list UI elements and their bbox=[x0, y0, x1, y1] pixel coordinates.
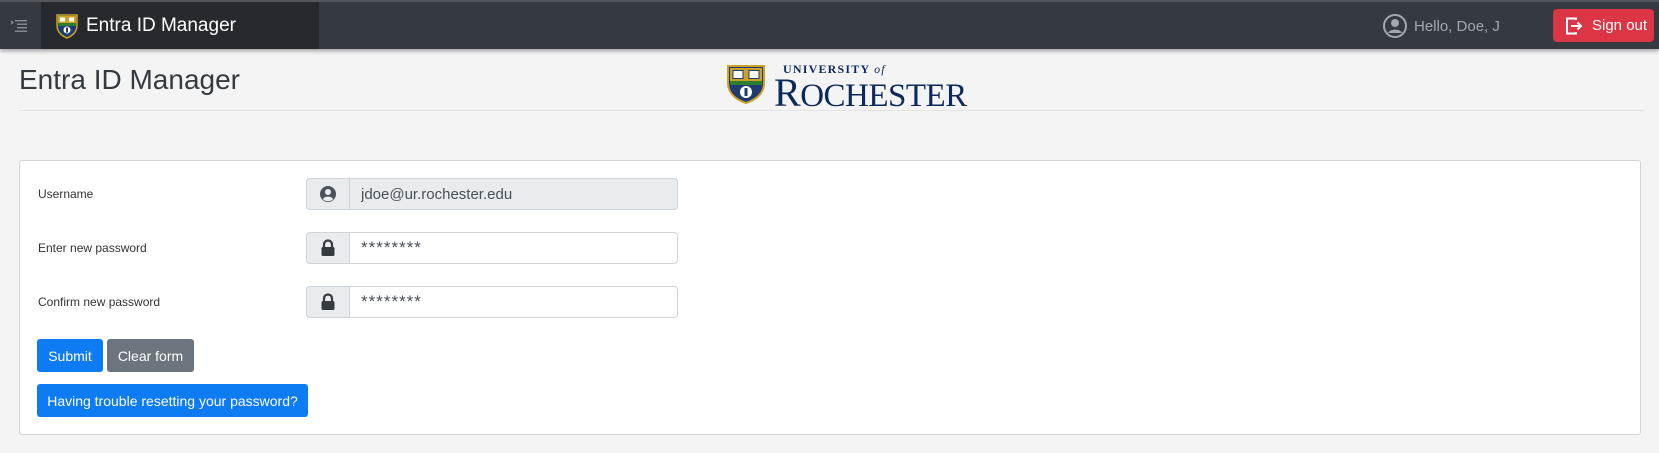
brand-link[interactable]: Entra ID Manager bbox=[41, 2, 319, 49]
user-menu[interactable]: Hello, Doe, J bbox=[1382, 14, 1500, 38]
sign-out-button[interactable]: Sign out bbox=[1553, 9, 1654, 42]
confirm-password-field[interactable] bbox=[349, 286, 678, 318]
new-password-label: Enter new password bbox=[38, 241, 147, 255]
lock-icon bbox=[306, 286, 349, 318]
page-title: Entra ID Manager bbox=[19, 64, 240, 95]
header-divider bbox=[19, 110, 1644, 111]
confirm-password-label: Confirm new password bbox=[38, 295, 161, 309]
lock-icon bbox=[306, 232, 349, 264]
password-reset-form: Username Enter new password Confirm new … bbox=[19, 160, 1641, 435]
password-help-button[interactable]: Having trouble resetting your password? bbox=[37, 384, 308, 417]
university-shield-icon bbox=[55, 13, 79, 44]
menu-collapse-icon[interactable] bbox=[10, 19, 28, 33]
user-circle-icon bbox=[306, 178, 349, 210]
username-label: Username bbox=[38, 187, 94, 201]
sign-out-label: Sign out bbox=[1592, 17, 1648, 34]
confirm-password-input-group bbox=[306, 286, 678, 318]
clear-form-button[interactable]: Clear form bbox=[107, 339, 194, 372]
new-password-field[interactable] bbox=[349, 232, 678, 264]
new-password-input-group bbox=[306, 232, 678, 264]
username-field[interactable] bbox=[349, 178, 678, 210]
user-circle-icon bbox=[1382, 13, 1414, 39]
sign-out-icon bbox=[1565, 17, 1592, 35]
top-navbar: Entra ID Manager Hello, Doe, J Sign out bbox=[0, 0, 1659, 49]
submit-button[interactable]: Submit bbox=[37, 339, 103, 372]
username-input-group bbox=[306, 178, 678, 210]
university-crest-icon bbox=[725, 63, 767, 110]
logo-rochester-text: ROCHESTER bbox=[774, 70, 967, 115]
brand-title[interactable]: Entra ID Manager bbox=[86, 15, 236, 37]
user-greeting: Hello, Doe, J bbox=[1414, 17, 1500, 35]
